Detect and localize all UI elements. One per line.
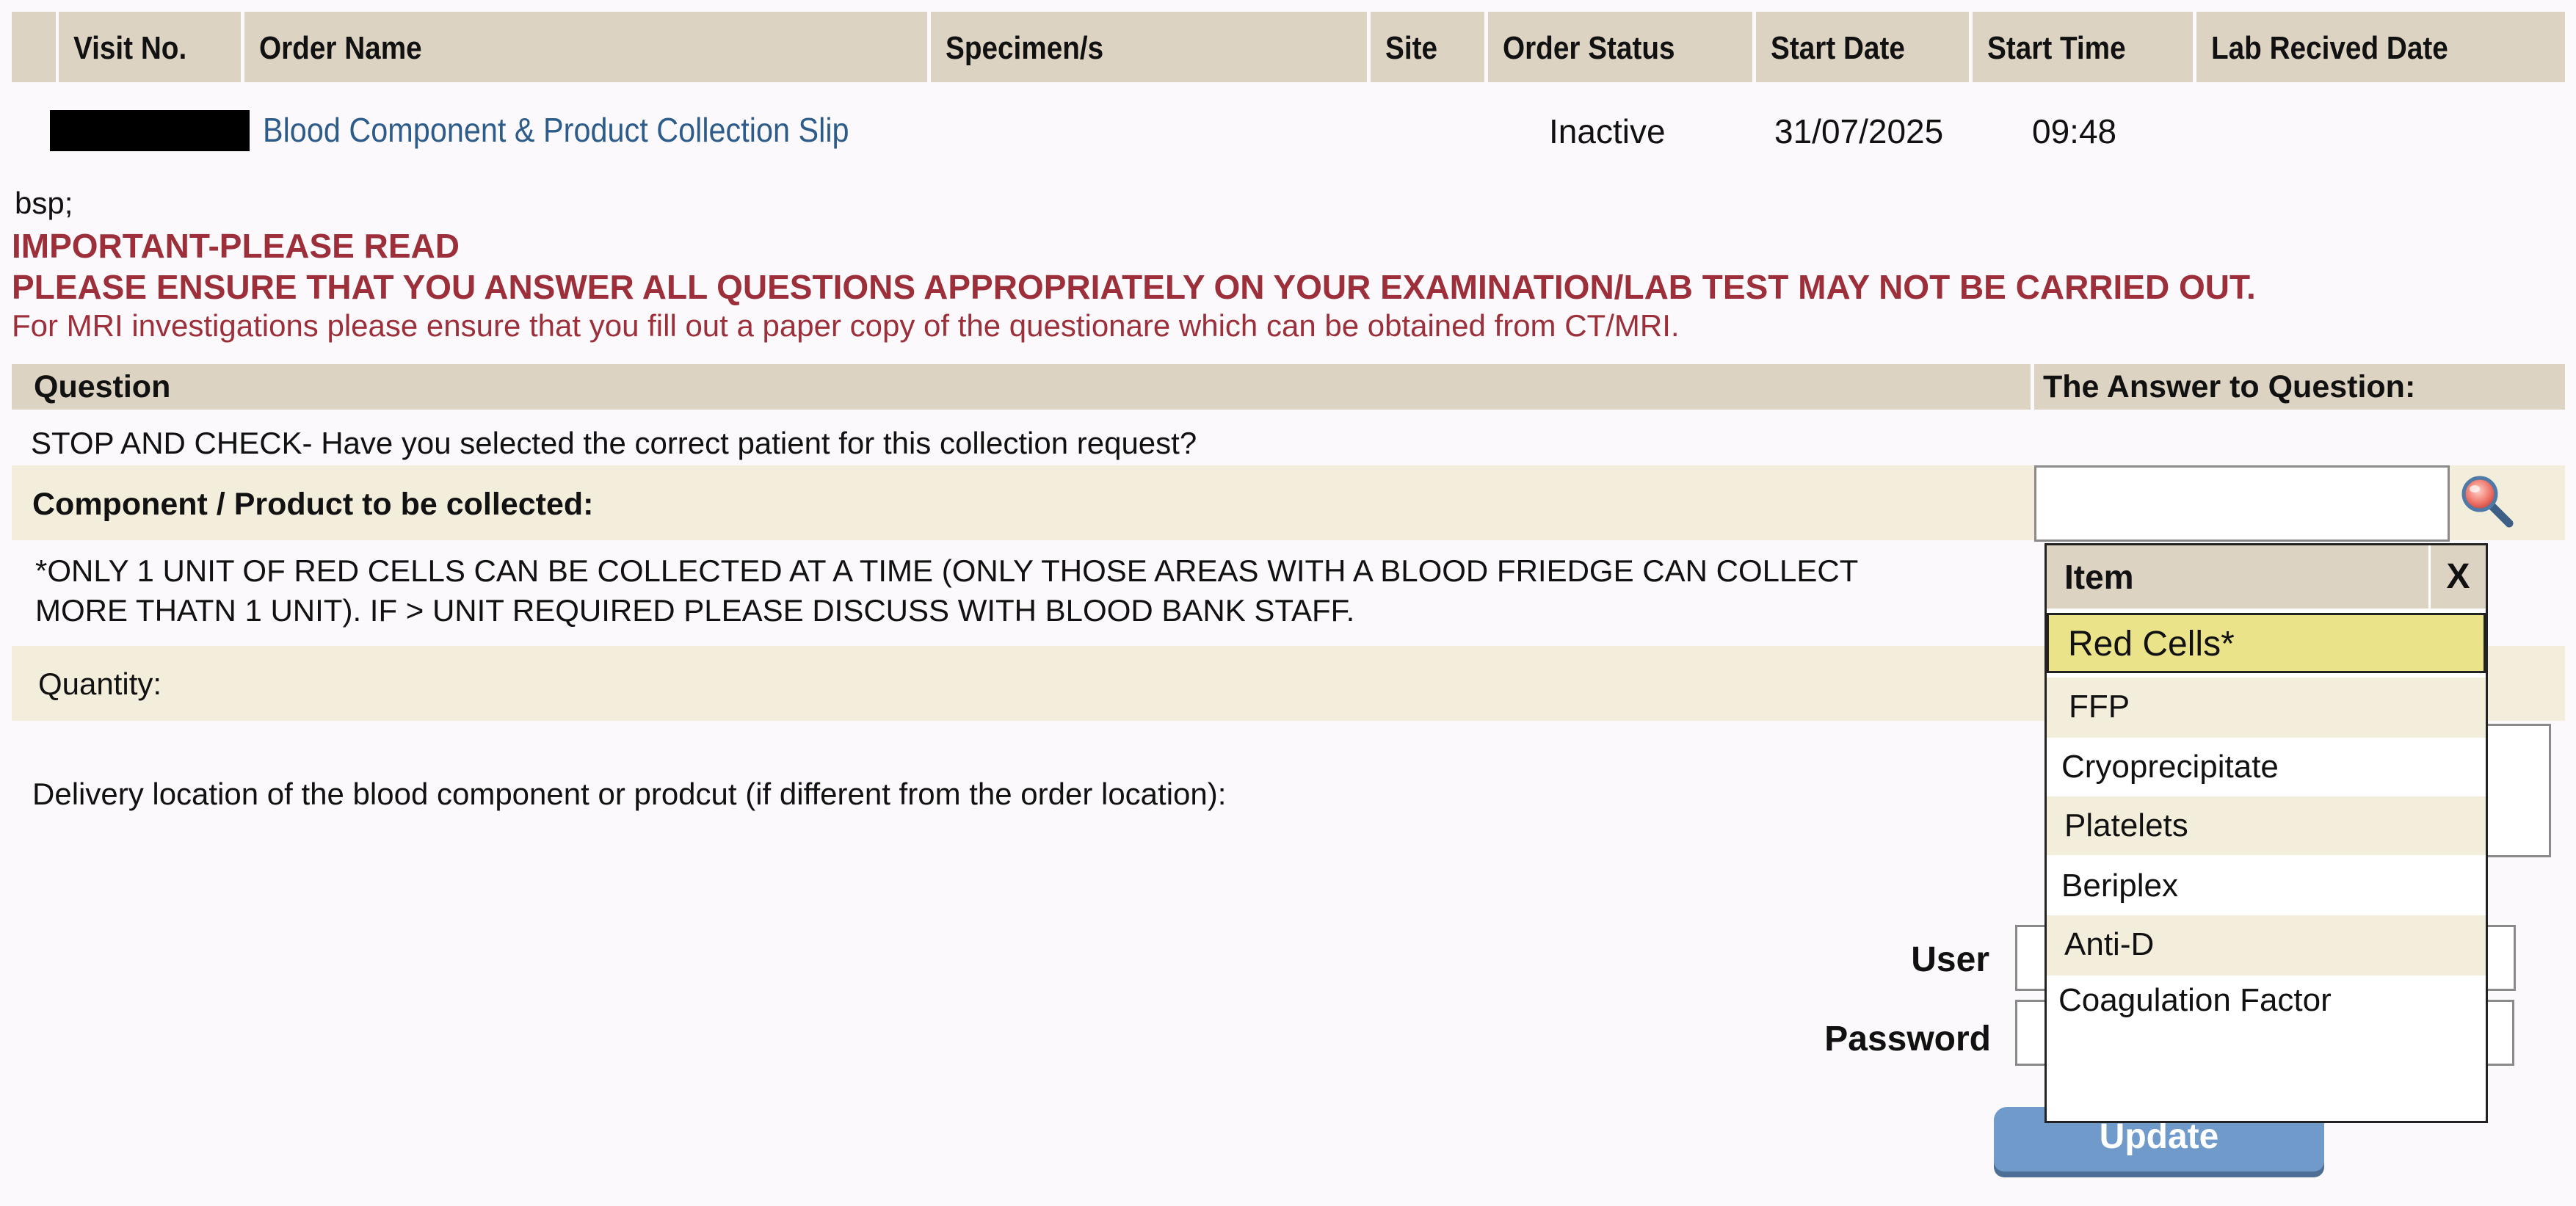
dropdown-item-beriplex[interactable]: Beriplex	[2047, 857, 2486, 915]
warning-line-2: For MRI investigations please ensure tha…	[12, 308, 1680, 343]
question-quantity: Quantity:	[38, 666, 162, 701]
close-icon[interactable]: X	[2428, 545, 2486, 609]
search-icon[interactable]	[2459, 473, 2515, 529]
order-status-value: Inactive	[1549, 112, 1666, 150]
col-header-specimens: Specimen/s	[931, 12, 1367, 82]
dropdown-item-coagulation-factor[interactable]: Coagulation Factor	[2047, 971, 2486, 1030]
col-header-question: Question	[12, 364, 2031, 410]
dropdown-item-cryoprecipitate[interactable]: Cryoprecipitate	[2047, 738, 2486, 796]
order-name-link[interactable]: Blood Component & Product Collection Sli…	[263, 110, 914, 150]
question-component: Component / Product to be collected:	[32, 487, 594, 522]
start-date-value: 31/07/2025	[1774, 112, 1944, 150]
col-header-start-date: Start Date	[1756, 12, 1969, 82]
dropdown-item-platelets[interactable]: Platelets	[2047, 796, 2486, 855]
col-header-start-time: Start Time	[1973, 12, 2193, 82]
col-header-site: Site	[1371, 12, 1484, 82]
item-dropdown: Item X Red Cells* FFP Cryoprecipitate Pl…	[2045, 543, 2488, 1123]
password-label: Password	[1824, 1020, 1991, 1058]
header-spacer	[12, 12, 56, 82]
important-heading: IMPORTANT-PLEASE READ	[12, 227, 460, 265]
start-time-value: 09:48	[2032, 112, 2117, 150]
col-header-order-name: Order Name	[244, 12, 927, 82]
col-header-visit-no: Visit No.	[59, 12, 241, 82]
stray-text: bsp;	[15, 186, 73, 220]
user-input-edge	[2485, 925, 2516, 991]
delivery-location-input[interactable]	[2485, 724, 2551, 857]
user-label: User	[1911, 940, 1989, 979]
col-header-order-status: Order Status	[1488, 12, 1752, 82]
dropdown-item-red-cells[interactable]: Red Cells*	[2047, 613, 2486, 673]
dropdown-item-anti-d[interactable]: Anti-D	[2047, 915, 2486, 976]
redacted-visit-no	[50, 110, 250, 151]
question-delivery-location: Delivery location of the blood component…	[32, 777, 1227, 811]
dropdown-header: Item	[2047, 545, 2428, 609]
component-answer-input[interactable]	[2034, 465, 2450, 542]
note-line-2: MORE THATN 1 UNIT). IF > UNIT REQUIRED P…	[35, 593, 1355, 628]
col-header-lab-received-date: Lab Recived Date	[2196, 12, 2565, 82]
warning-line-1: PLEASE ENSURE THAT YOU ANSWER ALL QUESTI…	[12, 268, 2256, 306]
dropdown-item-ffp[interactable]: FFP	[2047, 678, 2486, 738]
note-line-1: *ONLY 1 UNIT OF RED CELLS CAN BE COLLECT…	[35, 553, 1859, 588]
question-stop-and-check: STOP AND CHECK- Have you selected the co…	[31, 426, 1197, 460]
col-header-answer: The Answer to Question:	[2034, 364, 2565, 410]
